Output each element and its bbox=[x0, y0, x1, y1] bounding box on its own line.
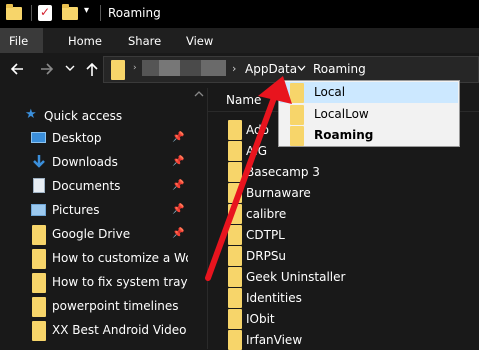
pictures-icon bbox=[31, 204, 46, 216]
sidebar-item-label: Quick access bbox=[44, 109, 123, 123]
folder-icon bbox=[290, 83, 304, 103]
sidebar-item-label: How to customize a Word bbox=[52, 251, 188, 265]
sidebar-item-label: XX Best Android Video Pla bbox=[52, 323, 188, 337]
dropdown-item-label: Roaming bbox=[314, 128, 374, 142]
folder-icon bbox=[228, 120, 242, 140]
pin-icon[interactable]: 📌 bbox=[172, 132, 184, 143]
folder-icon bbox=[32, 225, 46, 245]
sidebar-item-label: Google Drive bbox=[52, 227, 131, 241]
sidebar-item-label: Pictures bbox=[52, 203, 100, 217]
recent-locations-icon[interactable] bbox=[65, 64, 75, 72]
folder-icon bbox=[111, 60, 125, 80]
sidebar-item-google-drive[interactable]: Google Drive 📌 bbox=[0, 223, 190, 247]
dropdown-item-label: Local bbox=[314, 85, 346, 99]
list-item[interactable]: IObit bbox=[246, 312, 275, 326]
sidebar-item-quick-access[interactable]: ★ Quick access bbox=[0, 105, 190, 129]
sidebar-item-label: Downloads bbox=[52, 155, 118, 169]
documents-icon bbox=[33, 178, 45, 193]
folder-icon bbox=[32, 273, 46, 293]
breadcrumb-appdata[interactable]: AppData bbox=[245, 62, 297, 76]
folder-icon bbox=[32, 297, 46, 317]
chevron-down-icon[interactable] bbox=[297, 65, 306, 72]
list-item[interactable]: Burnaware bbox=[246, 186, 311, 200]
pin-icon[interactable]: 📌 bbox=[172, 180, 184, 191]
folder-icon bbox=[228, 141, 242, 161]
up-arrow-icon[interactable] bbox=[85, 61, 99, 77]
list-item[interactable]: calibre bbox=[246, 207, 286, 221]
column-header-name[interactable]: Name bbox=[226, 93, 261, 107]
sidebar-item-folder[interactable]: XX Best Android Video Pla bbox=[0, 319, 190, 343]
list-item[interactable]: Basecamp 3 bbox=[246, 165, 320, 179]
back-arrow-icon[interactable] bbox=[9, 62, 25, 76]
folder-icon bbox=[32, 249, 46, 269]
folder-icon bbox=[228, 225, 242, 245]
properties-icon[interactable]: ✓ bbox=[38, 5, 52, 21]
folder-icon bbox=[228, 162, 242, 182]
file-tab-label: File bbox=[9, 34, 29, 48]
list-item[interactable]: Geek Uninstaller bbox=[246, 270, 345, 284]
download-icon bbox=[33, 155, 45, 168]
dropdown-item-locallow[interactable]: LocalLow bbox=[280, 104, 458, 125]
sidebar-item-documents[interactable]: Documents 📌 bbox=[0, 175, 190, 199]
folder-icon bbox=[228, 183, 242, 203]
folder-icon bbox=[32, 321, 46, 341]
list-item[interactable]: Ado bbox=[246, 123, 269, 137]
scrollbar[interactable] bbox=[191, 90, 207, 349]
sidebar-item-folder[interactable]: How to fix system tray or bbox=[0, 271, 190, 295]
list-item[interactable]: CDTPL bbox=[246, 228, 285, 242]
new-folder-icon[interactable] bbox=[62, 4, 78, 20]
chevron-right-icon[interactable]: › bbox=[232, 62, 236, 75]
folder-icon bbox=[228, 246, 242, 266]
customize-quick-access-icon[interactable]: ▾ bbox=[84, 5, 89, 16]
pin-icon[interactable]: 📌 bbox=[172, 156, 184, 167]
sidebar-item-desktop[interactable]: Desktop 📌 bbox=[0, 127, 190, 151]
tab-home[interactable]: Home bbox=[68, 34, 102, 48]
list-item[interactable]: Identities bbox=[246, 291, 302, 305]
pin-icon[interactable]: 📌 bbox=[172, 228, 184, 239]
star-icon: ★ bbox=[25, 107, 37, 122]
folder-icon bbox=[228, 204, 242, 224]
separator bbox=[100, 5, 101, 21]
folder-icon bbox=[290, 105, 304, 125]
dropdown-item-roaming[interactable]: Roaming bbox=[280, 125, 458, 146]
window-title: Roaming bbox=[108, 6, 161, 20]
dropdown-item-local[interactable]: Local bbox=[280, 82, 458, 103]
list-item[interactable]: IrfanView bbox=[246, 333, 302, 347]
sidebar-item-folder[interactable]: How to customize a Word bbox=[0, 247, 190, 271]
folder-icon bbox=[290, 126, 304, 146]
folder-icon bbox=[228, 288, 242, 308]
folder-icon bbox=[228, 309, 242, 329]
file-tab[interactable]: File bbox=[0, 28, 43, 53]
sidebar-item-folder[interactable]: powerpoint timelines bbox=[0, 295, 190, 319]
list-item[interactable]: DRPSu bbox=[246, 249, 286, 263]
dropdown-item-label: LocalLow bbox=[314, 107, 369, 121]
list-item[interactable]: AIG bbox=[246, 144, 267, 158]
sidebar-item-label: powerpoint timelines bbox=[52, 299, 179, 313]
chevron-right-icon[interactable]: › bbox=[133, 63, 137, 73]
sidebar-item-pictures[interactable]: Pictures 📌 bbox=[0, 199, 190, 223]
sidebar-item-label: How to fix system tray or bbox=[52, 275, 188, 289]
sidebar-item-downloads[interactable]: Downloads 📌 bbox=[0, 151, 190, 175]
folder-icon bbox=[228, 267, 242, 287]
breadcrumb-roaming[interactable]: Roaming bbox=[313, 62, 366, 76]
breadcrumb-dropdown: Local LocalLow Roaming bbox=[278, 80, 460, 147]
sidebar-item-label: Desktop bbox=[52, 131, 102, 145]
desktop-icon bbox=[31, 132, 46, 143]
scroll-up-icon[interactable] bbox=[194, 91, 204, 97]
folder-icon bbox=[6, 4, 22, 20]
separator bbox=[31, 5, 32, 21]
folder-icon bbox=[228, 330, 242, 350]
sidebar-item-label: Documents bbox=[52, 179, 121, 193]
forward-arrow-icon[interactable] bbox=[39, 62, 55, 76]
tab-view[interactable]: View bbox=[186, 34, 213, 48]
redacted-username bbox=[142, 60, 226, 76]
tab-share[interactable]: Share bbox=[128, 34, 161, 48]
pin-icon[interactable]: 📌 bbox=[172, 204, 184, 215]
